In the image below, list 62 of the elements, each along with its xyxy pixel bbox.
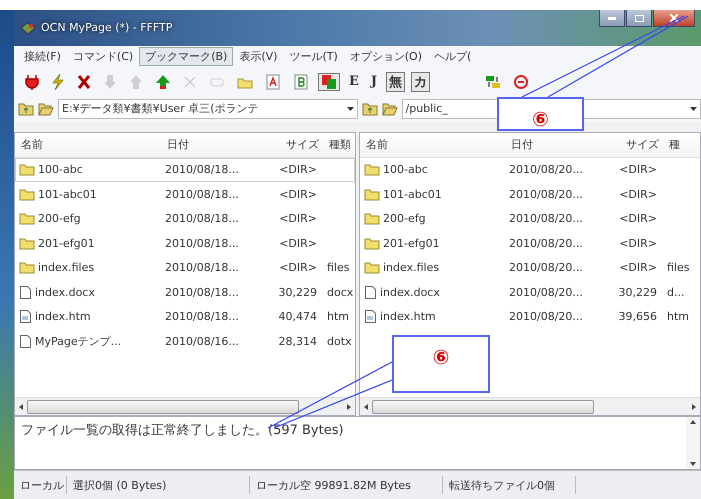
date-cell-text: 2010/08/18... <box>164 163 240 176</box>
size-cell-text: 40,474 <box>278 310 318 324</box>
path-text: /public_ <box>406 102 449 116</box>
date-cell-text: 2010/08/18... <box>164 188 240 201</box>
log-message: ファイル一覧の取得は正常終了しました。(597 Bytes) <box>20 422 345 440</box>
type-cell-text: files <box>666 261 690 274</box>
date-cell-text: 2010/08/18... <box>164 212 240 226</box>
size-cell-text: <DIR> <box>278 261 318 274</box>
file-name: MyPageテンプ... <box>35 334 122 349</box>
date-cell-text: 2010/08/20... <box>508 236 584 250</box>
date-cell-text: 2010/08/18... <box>164 261 240 274</box>
size-cell-text: <DIR> <box>618 212 658 226</box>
size-cell-text: 30,229 <box>618 286 658 299</box>
file-name: index.htm <box>380 310 436 324</box>
size-cell-text: <DIR> <box>618 188 658 201</box>
status-text: ローカル <box>14 476 67 494</box>
file-name: 200-efg <box>383 212 426 226</box>
file-name: 100-abc <box>38 163 83 176</box>
date-cell-text: 2010/08/20... <box>508 310 584 324</box>
type-cell-text: d... <box>666 286 686 299</box>
file-name: index.docx <box>380 286 440 299</box>
date-cell-text: 2010/08/20... <box>508 212 584 226</box>
size-cell-text: <DIR> <box>278 212 318 226</box>
file-name: 100-abc <box>383 163 428 176</box>
path-text: E:¥データ類¥書類¥User 卓三(ボランテ <box>62 101 260 116</box>
type-cell-text: docx <box>326 286 354 299</box>
date-cell-text: 2010/08/20... <box>508 286 584 299</box>
size-cell-text: 39,656 <box>618 310 658 324</box>
file-name: index.files <box>383 261 440 274</box>
date-cell-text: 2010/08/18... <box>164 236 240 250</box>
type-cell-text: files <box>326 261 350 274</box>
file-name: 101-abc01 <box>38 188 97 201</box>
status-text: 転送待ちファイル0個 <box>443 476 576 494</box>
date-cell-text: 2010/08/16... <box>164 334 240 348</box>
file-name: index.htm <box>35 310 91 324</box>
type-cell-text: dotx <box>326 334 353 348</box>
status-text: ローカル空 99891.82M Bytes <box>250 476 443 494</box>
size-cell-text: <DIR> <box>618 261 658 274</box>
file-name: index.files <box>38 261 94 274</box>
date-cell-text: 2010/08/20... <box>508 163 584 176</box>
window-title: OCN MyPage (*) - FFFTP <box>41 21 172 34</box>
file-name: index.docx <box>35 286 95 299</box>
date-cell-text: 2010/08/20... <box>508 188 584 201</box>
size-cell-text: <DIR> <box>618 163 658 176</box>
status-text: 選択0個 (0 Bytes) <box>67 476 250 494</box>
size-cell-text: <DIR> <box>278 188 318 201</box>
file-name: 200-efg <box>38 212 81 226</box>
size-cell-text: 30,229 <box>278 286 318 299</box>
type-cell-text: htm <box>666 310 690 324</box>
size-cell-text: <DIR> <box>278 236 318 250</box>
size-cell-text: <DIR> <box>278 163 318 176</box>
type-cell-text: htm <box>326 310 350 324</box>
file-name: 201-efg01 <box>383 236 440 250</box>
callout-number: ⑥ <box>532 107 549 129</box>
callout-number: ⑥ <box>432 345 450 371</box>
file-name: 201-efg01 <box>38 236 95 250</box>
date-cell-text: 2010/08/18... <box>164 286 240 299</box>
size-cell-text: <DIR> <box>618 236 658 250</box>
date-cell-text: 2010/08/18... <box>164 310 240 324</box>
size-cell-text: 28,314 <box>278 334 318 348</box>
date-cell-text: 2010/08/20... <box>508 261 584 274</box>
file-name: 101-abc01 <box>383 188 442 201</box>
